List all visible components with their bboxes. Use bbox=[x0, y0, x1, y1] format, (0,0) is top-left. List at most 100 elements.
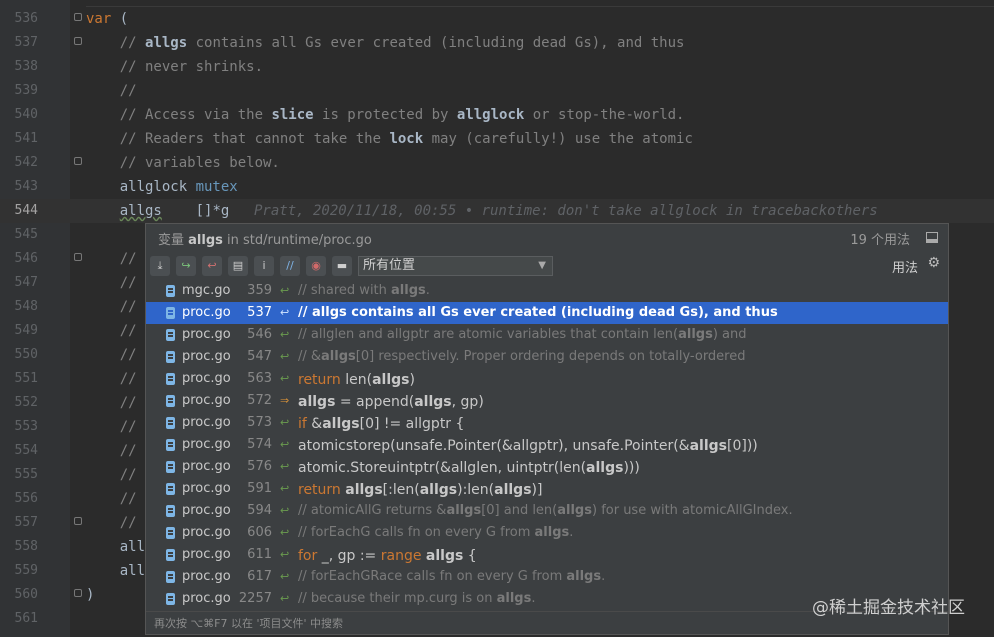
fold-icon[interactable] bbox=[74, 589, 82, 597]
record-icon[interactable]: ◉ bbox=[306, 256, 326, 276]
search-hint: 再次按 ⌥⌘F7 以在 '项目文件' 中搜索 bbox=[154, 617, 344, 630]
usage-row[interactable]: proc.go 547 ↩ // &allgs[0] respectively. Pr… bbox=[146, 346, 948, 368]
usage-text: // forEachGRace calls fn on every G from… bbox=[298, 569, 606, 584]
code-line[interactable]: 541 // Readers that cannot take the lock… bbox=[0, 127, 994, 151]
code-line[interactable]: 539 // bbox=[0, 79, 994, 103]
line-number: 548 bbox=[14, 299, 38, 314]
code-line[interactable]: 536 var ( bbox=[0, 7, 994, 31]
gear-icon[interactable]: ⚙ bbox=[927, 255, 940, 271]
usage-file: proc.go bbox=[182, 393, 231, 408]
code-text: // bbox=[86, 443, 137, 459]
line-number: 540 bbox=[14, 107, 38, 122]
fold-icon[interactable] bbox=[74, 157, 82, 165]
usage-file: proc.go bbox=[182, 547, 231, 562]
go-file-icon bbox=[166, 417, 175, 429]
usage-row[interactable]: proc.go 611 ↩ for _, gp := range allgs { bbox=[146, 544, 948, 566]
go-file-icon bbox=[166, 373, 175, 385]
line-number: 560 bbox=[14, 587, 38, 602]
code-line[interactable]: 544 allgs []*g Pratt, 2020/11/18, 00:55 •… bbox=[0, 199, 994, 223]
read-access-icon: ↩ bbox=[280, 306, 290, 319]
usage-line-number: 594 bbox=[247, 503, 272, 518]
read-access-icon: ↩ bbox=[280, 350, 290, 363]
usage-line-number: 572 bbox=[247, 393, 272, 408]
usage-text: for _, gp := range allgs { bbox=[298, 548, 477, 564]
usage-line-number: 606 bbox=[247, 525, 272, 540]
code-text: allglock mutex bbox=[86, 179, 238, 195]
code-text: // bbox=[86, 371, 137, 387]
expand-icon[interactable]: ⤓ bbox=[150, 256, 170, 276]
info-icon[interactable]: i bbox=[254, 256, 274, 276]
find-usages-popup[interactable]: 变量 allgs in std/runtime/proc.go 19 个用法 ⤓… bbox=[145, 223, 949, 635]
line-number: 551 bbox=[14, 371, 38, 386]
usage-row[interactable]: proc.go 576 ↩ atomic.Storeuintptr(&allglen,… bbox=[146, 456, 948, 478]
line-number: 539 bbox=[14, 83, 38, 98]
read-access-icon: ↩ bbox=[280, 592, 290, 605]
filter-icon[interactable]: // bbox=[280, 256, 300, 276]
usage-row[interactable]: proc.go 546 ↩ // allglen and allgptr are at… bbox=[146, 324, 948, 346]
read-access-icon: ↩ bbox=[280, 526, 290, 539]
code-line[interactable]: 540 // Access via the slice is protected… bbox=[0, 103, 994, 127]
open-in-window-icon[interactable] bbox=[926, 232, 938, 243]
code-line[interactable]: 542 // variables below. bbox=[0, 151, 994, 175]
usage-row[interactable]: proc.go 606 ↩ // forEachG calls fn on every… bbox=[146, 522, 948, 544]
line-number: 557 bbox=[14, 515, 38, 530]
code-text: // never shrinks. bbox=[86, 59, 264, 75]
usage-text: atomicstorep(unsafe.Pointer(&allgptr), u… bbox=[298, 438, 758, 454]
usage-row[interactable]: proc.go 537 ↩ // allgs contains all Gs ever… bbox=[146, 302, 948, 324]
fold-icon[interactable] bbox=[74, 253, 82, 261]
usage-row[interactable]: proc.go 594 ↩ // atomicAllG returns &allgs[… bbox=[146, 500, 948, 522]
usage-file: proc.go bbox=[182, 503, 231, 518]
read-access-icon: ↩ bbox=[280, 460, 290, 473]
scope-select[interactable]: 所有位置 ▼ bbox=[358, 256, 553, 276]
usage-file: proc.go bbox=[182, 481, 231, 496]
scope-value: 所有位置 bbox=[363, 258, 416, 273]
line-number: 536 bbox=[14, 11, 38, 26]
usage-line-number: 611 bbox=[247, 547, 272, 562]
usage-row[interactable]: proc.go 573 ↩ if &allgs[0] != allgptr { bbox=[146, 412, 948, 434]
usage-text: // allglen and allgptr are atomic variab… bbox=[298, 327, 747, 342]
usage-row[interactable]: proc.go 574 ↩ atomicstorep(unsafe.Pointer(&… bbox=[146, 434, 948, 456]
usage-line-number: 546 bbox=[247, 327, 272, 342]
usage-row[interactable]: proc.go 572 ⇒ allgs = append(allgs, gp) bbox=[146, 390, 948, 412]
usage-row[interactable]: proc.go 617 ↩ // forEachGRace calls fn on e… bbox=[146, 566, 948, 588]
code-text: // bbox=[86, 83, 137, 99]
read-access-icon: ↩ bbox=[280, 482, 290, 495]
usage-label: 用法 bbox=[891, 261, 918, 276]
usage-line-number: 537 bbox=[247, 305, 272, 320]
usage-text: return len(allgs) bbox=[298, 372, 415, 388]
usage-line-number: 359 bbox=[247, 283, 272, 298]
usage-row[interactable]: proc.go 591 ↩ return allgs[:len(allgs):len(… bbox=[146, 478, 948, 500]
fold-icon[interactable] bbox=[74, 517, 82, 525]
line-number: 542 bbox=[14, 155, 38, 170]
preview-icon[interactable]: ▬ bbox=[332, 256, 352, 276]
fold-icon[interactable] bbox=[74, 37, 82, 45]
usage-text: // because their mp.curg is on allgs. bbox=[298, 591, 536, 606]
read-access-icon: ↩ bbox=[280, 548, 290, 561]
go-file-icon bbox=[166, 329, 175, 341]
usage-file: proc.go bbox=[182, 437, 231, 452]
go-file-icon bbox=[166, 593, 175, 605]
line-number: 559 bbox=[14, 563, 38, 578]
popup-toolbar: ⤓ ↪ ↩ ▤ i // ◉ ▬ 所有位置 ▼ 用法 ⚙ bbox=[146, 254, 948, 278]
code-text: // bbox=[86, 395, 137, 411]
code-line[interactable]: 543 allglock mutex bbox=[0, 175, 994, 199]
usage-text: // forEachG calls fn on every G from all… bbox=[298, 525, 574, 540]
line-number: 545 bbox=[14, 227, 38, 242]
code-line[interactable]: 537 // allgs contains all Gs ever create… bbox=[0, 31, 994, 55]
usage-row[interactable]: proc.go 563 ↩ return len(allgs) bbox=[146, 368, 948, 390]
fold-icon[interactable] bbox=[74, 13, 82, 21]
usage-line-number: 2257 bbox=[238, 591, 272, 606]
popup-title: 变量 allgs in std/runtime/proc.go bbox=[158, 229, 372, 248]
usage-text: if &allgs[0] != allgptr { bbox=[298, 416, 465, 432]
go-file-icon bbox=[166, 483, 175, 495]
title-prefix: 变量 bbox=[158, 233, 185, 248]
go-file-icon bbox=[166, 395, 175, 407]
next-usage-icon[interactable]: ↪ bbox=[176, 256, 196, 276]
usage-file: proc.go bbox=[182, 371, 231, 386]
code-text: all bbox=[86, 563, 146, 579]
prev-usage-icon[interactable]: ↩ bbox=[202, 256, 222, 276]
code-text: // bbox=[86, 467, 137, 483]
usage-row[interactable]: mgc.go 359 ↩ // shared with allgs. bbox=[146, 280, 948, 302]
code-line[interactable]: 538 // never shrinks. bbox=[0, 55, 994, 79]
folder-icon[interactable]: ▤ bbox=[228, 256, 248, 276]
